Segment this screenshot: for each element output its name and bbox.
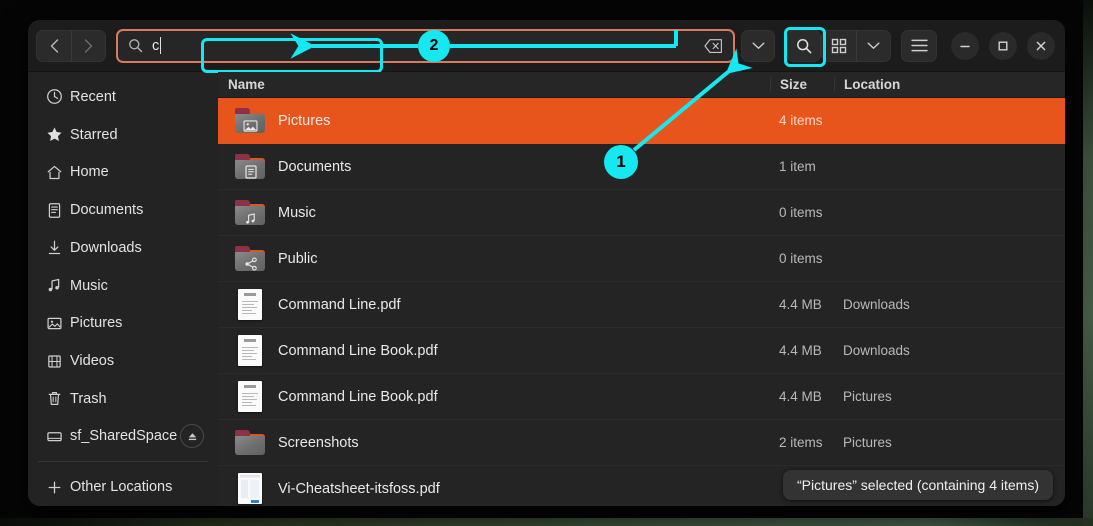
screenshot-root: c	[0, 0, 1093, 526]
annotation-overlay	[0, 0, 1093, 526]
annotation-badge-1: 1	[604, 145, 638, 179]
annotation-badge-2: 2	[418, 30, 450, 62]
annotation-arrow-1	[634, 72, 728, 150]
